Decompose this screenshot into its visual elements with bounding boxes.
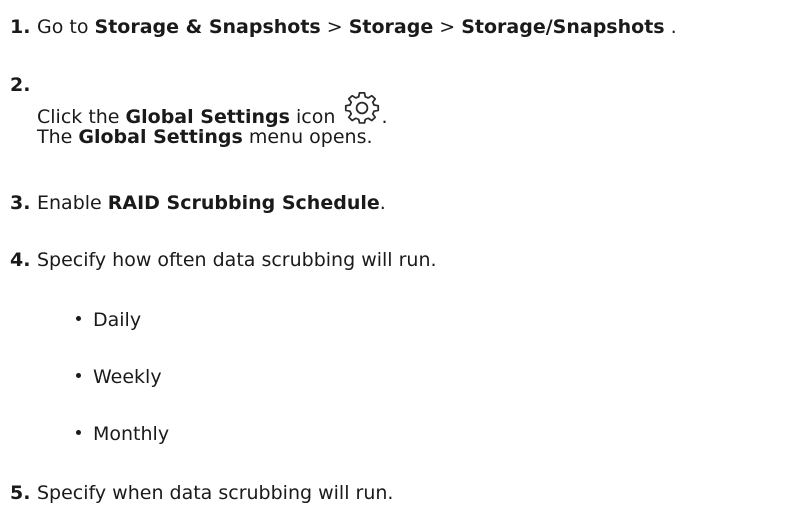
text-period: . (379, 192, 386, 214)
text-end: . (664, 16, 677, 38)
step-text: Specify when data scrubbing will run. (37, 482, 394, 504)
path-separator: > (433, 16, 462, 38)
step-text: Enable RAID Scrubbing Schedule. (37, 190, 386, 216)
step-number: 3. (10, 192, 31, 214)
global-settings-label: Global Settings (78, 126, 243, 148)
text-enable: Enable (37, 192, 108, 214)
text-the: The (37, 126, 79, 148)
text-menu-opens: menu opens. (242, 126, 373, 148)
option-daily: Daily (93, 309, 142, 331)
bullet-icon (76, 430, 81, 435)
option-monthly: Monthly (93, 423, 170, 445)
path-storage: Storage (348, 16, 434, 38)
option-weekly: Weekly (93, 366, 162, 388)
step-text: Specify how often data scrubbing will ru… (37, 249, 437, 271)
step-number: 1. (10, 16, 31, 38)
step-number: 4. (10, 249, 31, 271)
raid-scrubbing-schedule-label: RAID Scrubbing Schedule (107, 192, 380, 214)
step-number: 5. (10, 482, 31, 504)
bullet-icon (76, 373, 81, 378)
bullet-icon (76, 316, 81, 321)
text-period: . (381, 106, 388, 128)
list-item: Weekly (76, 364, 162, 390)
step-number: 2. (10, 74, 31, 96)
step-text-line-2: The Global Settings menu opens. (37, 124, 373, 150)
list-item: Daily (76, 307, 141, 333)
text-go-to: Go to (37, 16, 95, 38)
list-item: Monthly (76, 421, 169, 447)
path-storage-slash-snapshots: Storage/Snapshots (461, 16, 665, 38)
instruction-document: 1. Go to Storage & Snapshots > Storage >… (0, 0, 790, 508)
step-text: Go to Storage & Snapshots > Storage > St… (37, 14, 677, 40)
path-storage-snapshots: Storage & Snapshots (94, 16, 321, 38)
gear-icon (343, 92, 381, 126)
path-separator: > (320, 16, 349, 38)
